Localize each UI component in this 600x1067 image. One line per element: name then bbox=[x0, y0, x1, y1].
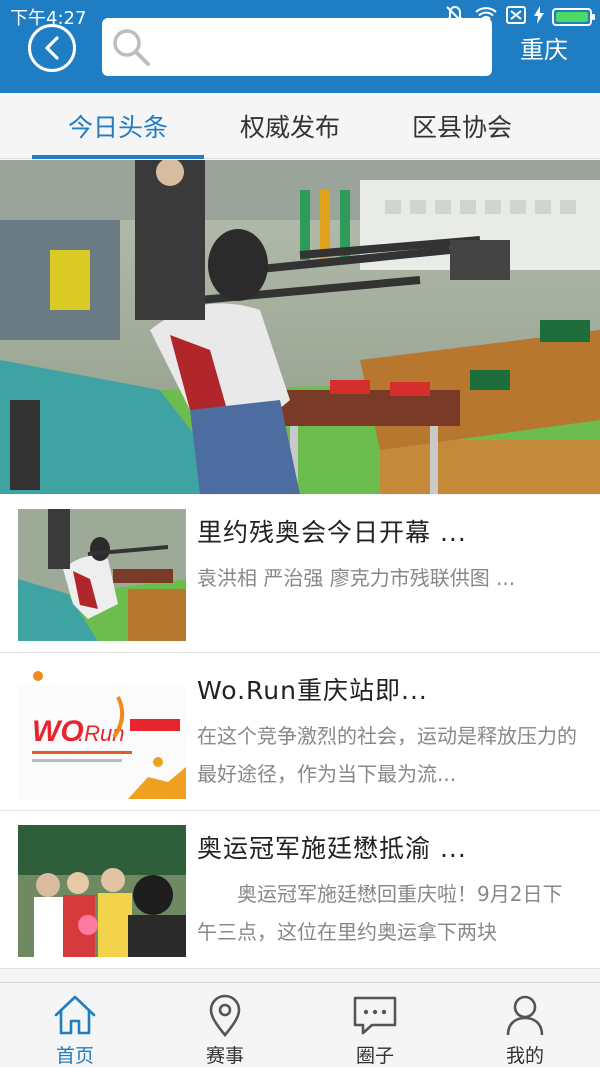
city-selector[interactable]: 重庆 bbox=[520, 30, 568, 65]
home-icon bbox=[54, 995, 96, 1035]
nav-events[interactable]: 赛事 bbox=[150, 983, 300, 1067]
nav-profile-label: 我的 bbox=[505, 1045, 544, 1067]
nav-profile[interactable]: 我的 bbox=[450, 983, 600, 1067]
tab-indicator bbox=[32, 155, 204, 159]
battery-icon bbox=[552, 8, 595, 26]
hero-image bbox=[0, 160, 600, 494]
tab-district-associations[interactable]: 区县协会 bbox=[376, 93, 548, 159]
news-summary: 在这个竞争激烈的社会，运动是释放压力的最好途径，作为当下最为流... bbox=[197, 724, 577, 786]
tab-headlines[interactable]: 今日头条 bbox=[32, 93, 204, 159]
news-title: 里约残奥会今日开幕 ... bbox=[197, 518, 467, 547]
no-sim-icon bbox=[506, 6, 526, 28]
search-box[interactable] bbox=[102, 18, 492, 76]
nav-events-label: 赛事 bbox=[205, 1045, 244, 1067]
news-thumbnail bbox=[18, 509, 186, 641]
news-summary: 袁洪相 严治强 廖克力市残联供图 ... bbox=[197, 566, 516, 590]
news-item[interactable]: 奥运冠军施廷懋抵渝 ... 奥运冠军施廷懋回重庆啦！9月2日下午三点，这位在里约… bbox=[0, 811, 600, 969]
chat-bubble-icon bbox=[353, 996, 397, 1035]
search-icon bbox=[113, 29, 150, 66]
tab-official-release[interactable]: 权威发布 bbox=[204, 93, 376, 159]
news-title: 奥运冠军施廷懋抵渝 ... bbox=[197, 834, 467, 863]
news-item[interactable]: 里约残奥会今日开幕 ... 袁洪相 严治强 廖克力市残联供图 ... bbox=[0, 495, 600, 653]
user-icon bbox=[506, 995, 544, 1036]
chevron-left-icon bbox=[45, 36, 59, 60]
nav-circles[interactable]: 圈子 bbox=[300, 983, 450, 1067]
svg-text:WO: WO bbox=[32, 715, 84, 748]
news-item[interactable]: WO .Run Wo.Run重庆站即... 在这个竞争激烈的社会，运动是释放压力… bbox=[0, 653, 600, 811]
category-tabs: 今日头条 权威发布 区县协会 bbox=[0, 93, 600, 159]
charging-icon bbox=[534, 6, 544, 28]
nav-circles-label: 圈子 bbox=[355, 1045, 394, 1067]
nav-home[interactable]: 首页 bbox=[0, 983, 150, 1067]
back-button[interactable] bbox=[28, 24, 76, 72]
bottom-navigation: 首页 赛事 圈子 我的 bbox=[0, 982, 600, 1067]
news-title: Wo.Run重庆站即... bbox=[197, 676, 428, 705]
location-pin-icon bbox=[209, 994, 241, 1037]
news-thumbnail bbox=[18, 825, 186, 957]
search-input[interactable] bbox=[162, 28, 482, 66]
news-thumbnail: WO .Run bbox=[18, 667, 186, 799]
news-summary: 奥运冠军施廷懋回重庆啦！9月2日下午三点，这位在里约奥运拿下两块 bbox=[197, 882, 563, 944]
app-header: 下午4:27 重庆 bbox=[0, 0, 600, 93]
nav-home-label: 首页 bbox=[55, 1045, 94, 1067]
hero-banner[interactable] bbox=[0, 160, 600, 494]
